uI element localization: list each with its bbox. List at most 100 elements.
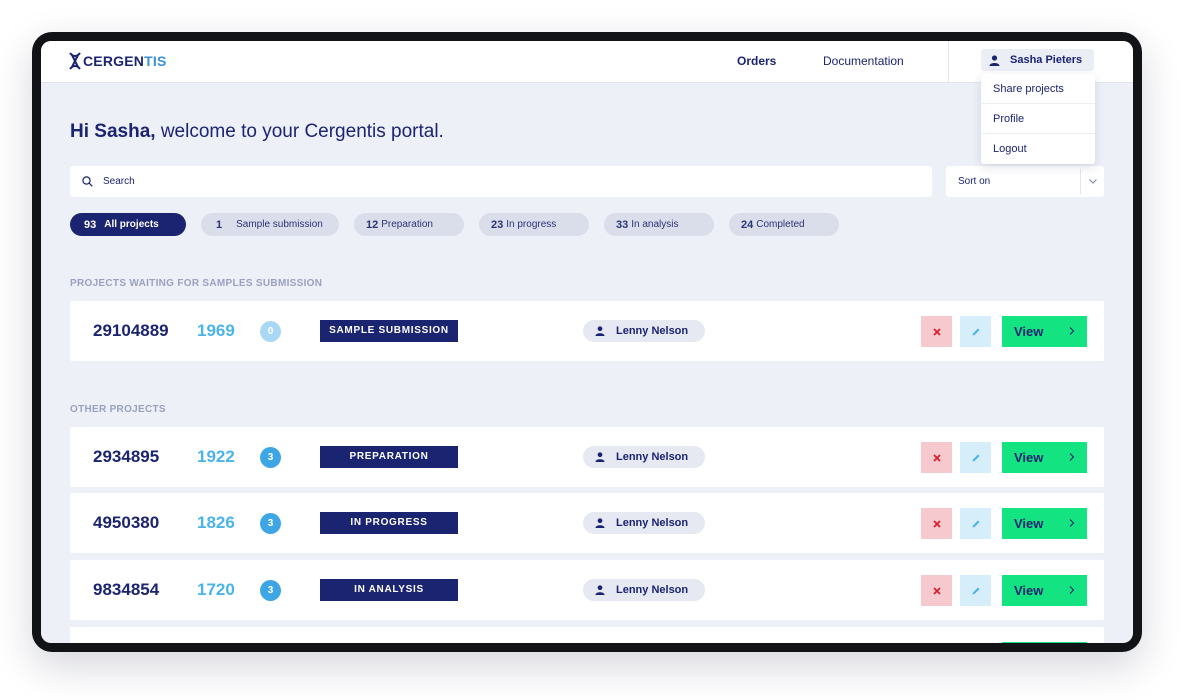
view-button[interactable]: View — [1002, 442, 1087, 473]
close-icon — [932, 327, 941, 336]
filter-preparation[interactable]: 12 Preparation — [354, 213, 464, 236]
cergentis-logo[interactable]: CERGEN TIS — [69, 52, 167, 70]
sort-divider — [1080, 169, 1081, 194]
user-icon — [595, 518, 605, 528]
assignee-name: Lenny Nelson — [616, 325, 689, 337]
edit-button[interactable] — [960, 575, 991, 606]
view-button[interactable]: View — [1002, 508, 1087, 539]
welcome-heading: Hi Sasha, welcome to your Cergentis port… — [70, 121, 444, 143]
filter-sample-submission[interactable]: 1 Sample submission — [201, 213, 339, 236]
assignee-name: Lenny Nelson — [616, 584, 689, 596]
app-screen: CERGEN TIS Orders Documentation Sasha Pie… — [41, 41, 1133, 643]
delete-button[interactable] — [921, 442, 952, 473]
filter-in-progress[interactable]: 23 In progress — [479, 213, 589, 236]
search-input[interactable] — [103, 176, 883, 187]
assignee-pill: Lenny Nelson — [583, 579, 705, 601]
device-frame: CERGEN TIS Orders Documentation Sasha Pie… — [32, 32, 1142, 652]
nav-orders[interactable]: Orders — [737, 54, 776, 68]
view-label: View — [1014, 450, 1044, 465]
user-dropdown-menu: Share projects Profile Logout — [981, 74, 1095, 164]
welcome-name: Hi Sasha, — [70, 121, 156, 142]
pencil-icon — [972, 587, 979, 594]
user-icon — [595, 326, 605, 336]
edit-button[interactable] — [960, 508, 991, 539]
pencil-icon — [972, 328, 979, 335]
view-label: View — [1014, 324, 1044, 339]
project-row: 9834854 1720 3 IN ANALYSIS Lenny Nelson … — [70, 560, 1104, 620]
status-badge: IN PROGRESS — [320, 512, 458, 534]
welcome-text: welcome to your Cergentis portal. — [155, 121, 444, 142]
user-icon — [595, 585, 605, 595]
section-title-waiting: PROJECTS WAITING FOR SAMPLES SUBMISSION — [70, 278, 323, 289]
close-icon — [932, 453, 941, 462]
filter-all-projects[interactable]: 93 All projects — [70, 213, 186, 236]
search-bar — [70, 166, 932, 197]
project-id: 4950380 — [93, 513, 160, 532]
assignee-pill: Lenny Nelson — [583, 320, 705, 342]
menu-item-logout[interactable]: Logout — [981, 134, 1095, 164]
sort-label: Sort on — [958, 176, 991, 187]
filter-label: In analysis — [631, 219, 679, 230]
pencil-icon — [972, 520, 979, 527]
sample-count-badge: 3 — [260, 580, 281, 601]
view-label: View — [1014, 516, 1044, 531]
sort-dropdown[interactable]: Sort on — [946, 166, 1104, 197]
filter-count: 93 — [84, 218, 97, 231]
chevron-right-icon — [1069, 453, 1075, 461]
project-id: 2934895 — [93, 447, 160, 466]
nav-documentation[interactable]: Documentation — [823, 54, 904, 68]
filter-label: In progress — [506, 219, 557, 230]
status-badge: PREPARATION — [320, 446, 458, 468]
delete-button[interactable] — [921, 316, 952, 347]
status-badge: IN ANALYSIS — [320, 579, 458, 601]
logo-text-secondary: TIS — [144, 53, 167, 69]
view-label: View — [1014, 583, 1044, 598]
user-menu-button[interactable]: Sasha Pieters — [981, 49, 1094, 71]
project-number: 1720 — [197, 580, 235, 599]
nav-divider — [948, 41, 949, 83]
filter-label: Preparation — [381, 219, 433, 230]
view-button[interactable] — [1002, 642, 1087, 643]
assignee-name: Lenny Nelson — [616, 451, 689, 463]
filter-in-analysis[interactable]: 33 In analysis — [604, 213, 714, 236]
project-row: 4950380 1826 3 IN PROGRESS Lenny Nelson … — [70, 493, 1104, 553]
user-icon — [989, 54, 1000, 66]
project-row: 29104889 1969 0 SAMPLE SUBMISSION Lenny … — [70, 301, 1104, 361]
filter-count: 23 — [491, 218, 504, 231]
section-title-other: OTHER PROJECTS — [70, 404, 166, 415]
project-id: 29104889 — [93, 321, 169, 340]
view-button[interactable]: View — [1002, 575, 1087, 606]
filter-label: Completed — [756, 219, 805, 230]
assignee-pill: Lenny Nelson — [583, 512, 705, 534]
search-icon — [82, 176, 93, 187]
dna-logo-icon — [69, 52, 81, 70]
user-icon — [595, 452, 605, 462]
chevron-right-icon — [1069, 519, 1075, 527]
project-number: 1969 — [197, 321, 235, 340]
logo-text-primary: CERGEN — [83, 53, 145, 69]
sample-count-badge: 3 — [260, 513, 281, 534]
chevron-right-icon — [1069, 586, 1075, 594]
chevron-down-icon — [1089, 179, 1097, 184]
delete-button[interactable] — [921, 508, 952, 539]
filter-count: 12 — [366, 218, 379, 231]
pencil-icon — [972, 454, 979, 461]
sample-count-badge: 3 — [260, 447, 281, 468]
delete-button[interactable] — [921, 575, 952, 606]
view-button[interactable]: View — [1002, 316, 1087, 347]
assignee-name: Lenny Nelson — [616, 517, 689, 529]
project-number: 1922 — [197, 447, 235, 466]
filter-completed[interactable]: 24 Completed — [729, 213, 839, 236]
edit-button[interactable] — [960, 442, 991, 473]
project-row: 2934895 1922 3 PREPARATION Lenny Nelson … — [70, 427, 1104, 487]
assignee-pill: Lenny Nelson — [583, 446, 705, 468]
edit-button[interactable] — [960, 316, 991, 347]
filter-count: 1 — [216, 218, 223, 231]
filter-label: Sample submission — [236, 219, 323, 230]
menu-item-profile[interactable]: Profile — [981, 104, 1095, 134]
filter-count: 33 — [616, 218, 629, 231]
menu-item-share-projects[interactable]: Share projects — [981, 74, 1095, 104]
chevron-right-icon — [1069, 327, 1075, 335]
status-badge: SAMPLE SUBMISSION — [320, 320, 458, 342]
project-id: 9834854 — [93, 580, 160, 599]
